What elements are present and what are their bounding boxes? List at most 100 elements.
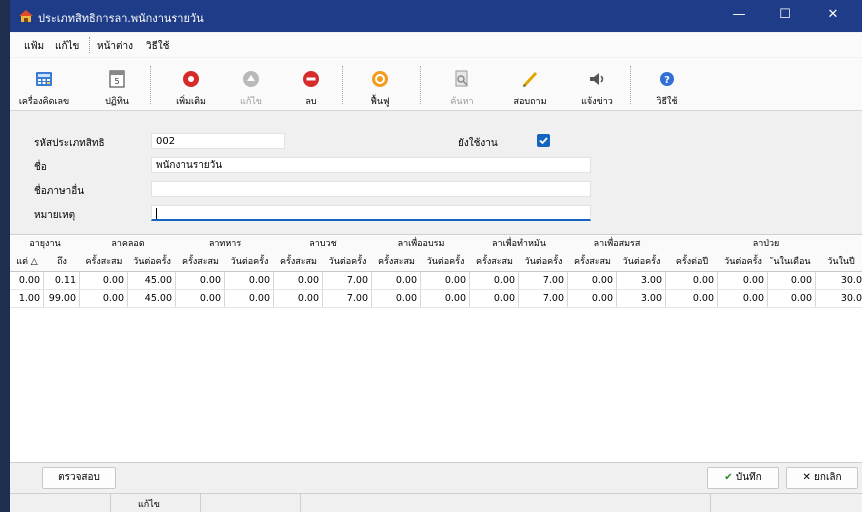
grid-cell[interactable]: 0.00 — [10, 272, 44, 289]
calculator-button[interactable]: เครื่องคิดเลข — [10, 60, 78, 107]
grid-cell[interactable]: 0.00 — [176, 272, 225, 289]
grid-cell[interactable]: 30.0 — [816, 290, 862, 307]
table-row[interactable]: 0.00 0.11 0.00 45.00 0.00 0.00 0.00 7.00… — [10, 272, 862, 290]
grid-cell[interactable]: 0.11 — [44, 272, 80, 289]
grid-cell[interactable]: 0.00 — [421, 272, 470, 289]
grid-header-cell[interactable]: วันต่อครั้ง — [519, 253, 568, 271]
grid-header-cell[interactable]: ครั้งสะสม — [176, 253, 225, 271]
grid-cell[interactable]: 0.00 — [80, 290, 128, 307]
grid-cell[interactable]: 0.00 — [768, 272, 816, 289]
calendar-button[interactable]: 5 ปฏิทิน — [92, 60, 142, 107]
grid-header-row: แต่ △ ถึง ครั้งสะสม วันต่อครั้ง ครั้งสะส… — [10, 253, 862, 272]
grid-cell[interactable]: 0.00 — [225, 290, 274, 307]
grid-cell[interactable]: 0.00 — [372, 290, 421, 307]
grid-header-cell[interactable]: วันต่อครั้ง — [421, 253, 470, 271]
active-checkbox[interactable] — [537, 134, 550, 147]
grid-cell[interactable]: 1.00 — [10, 290, 44, 307]
cancel-button[interactable]: ✕ ยกเลิก — [786, 467, 858, 489]
grid-cell[interactable]: 0.00 — [225, 272, 274, 289]
note-input[interactable] — [151, 205, 591, 221]
grid-header-cell[interactable]: ครั้งสะสม — [470, 253, 519, 271]
grid-cell[interactable]: 0.00 — [176, 290, 225, 307]
add-button[interactable]: เพิ่มเติม — [164, 60, 218, 107]
search-button[interactable]: ค้นหา — [438, 60, 486, 107]
grid-cell[interactable]: 99.00 — [44, 290, 80, 307]
grid-group-header[interactable]: ลาเพื่อสมรส — [568, 235, 666, 253]
grid-header-cell[interactable]: ครั้งสะสม — [568, 253, 617, 271]
grid-header-cell[interactable]: วันต่อครั้ง — [323, 253, 372, 271]
grid-cell[interactable]: 0.00 — [718, 272, 768, 289]
status-bar: แก้ไข — [10, 493, 862, 512]
grid-group-header-row: อายุงาน ลาคลอด ลาทหาร ลาบวช ลาเพื่ออบรม … — [10, 235, 862, 253]
name-input[interactable]: พนักงานรายวัน — [151, 157, 591, 173]
grid-group-header[interactable]: อายุงาน — [10, 235, 80, 253]
grid-header-cell[interactable]: วันในปี — [816, 253, 862, 271]
grid-group-header[interactable]: ลาเพื่ออบรม — [372, 235, 470, 253]
grid-header-cell[interactable]: ครั้งสะสม — [80, 253, 128, 271]
grid-cell[interactable]: 7.00 — [323, 290, 372, 307]
search-label: ค้นหา — [450, 97, 474, 107]
grid-group-header[interactable]: ลาคลอด — [80, 235, 176, 253]
other-lang-input[interactable] — [151, 181, 591, 197]
grid-header-cell[interactable]: วันต่อครั้ง — [225, 253, 274, 271]
grid-group-header[interactable]: ลาเพื่อทำหมัน — [470, 235, 568, 253]
refresh-circle-icon — [372, 71, 388, 87]
grid-header-cell[interactable]: ครั้งต่อปี — [666, 253, 718, 271]
grid-cell[interactable]: 7.00 — [519, 290, 568, 307]
menu-help[interactable]: วิธีใช้ — [146, 39, 169, 54]
verify-button[interactable]: ตรวจสอบ — [42, 467, 116, 489]
grid-group-header[interactable]: ลาทหาร — [176, 235, 274, 253]
delete-button[interactable]: ลบ — [288, 60, 334, 107]
grid-cell[interactable]: 3.00 — [617, 290, 666, 307]
grid-header-cell[interactable]: วันต่อครั้ง — [128, 253, 176, 271]
grid-cell[interactable]: 3.00 — [617, 272, 666, 289]
grid-cell[interactable]: 0.00 — [470, 290, 519, 307]
save-button[interactable]: ✔ บันทึก — [707, 467, 779, 489]
menu-edit[interactable]: แก้ไข — [55, 39, 79, 54]
grid-cell[interactable]: 0.00 — [568, 272, 617, 289]
grid-cell[interactable]: 0.00 — [372, 272, 421, 289]
edit-button[interactable]: แก้ไข — [228, 60, 274, 107]
grid-cell[interactable]: 0.00 — [568, 290, 617, 307]
restore-label: ฟื้นฟู — [370, 97, 390, 107]
close-button[interactable]: ✕ — [810, 0, 856, 32]
grid-cell[interactable]: 0.00 — [768, 290, 816, 307]
grid-header-cell[interactable]: ครั้งสะสม — [372, 253, 421, 271]
help-icon: ? — [660, 72, 674, 86]
announce-button[interactable]: แจ้งข่าว — [570, 60, 624, 107]
grid-header-cell[interactable]: ถึง — [44, 253, 80, 271]
maximize-button[interactable]: ☐ — [762, 0, 808, 32]
grid-cell[interactable]: 45.00 — [128, 290, 176, 307]
grid-cell[interactable]: 0.00 — [666, 290, 718, 307]
grid-header-cell[interactable]: วันต่อครั้ง — [617, 253, 666, 271]
code-input[interactable]: 002 — [151, 133, 285, 149]
grid-cell[interactable]: 0.00 — [421, 290, 470, 307]
restore-button[interactable]: ฟื้นฟู — [356, 60, 404, 107]
grid-cell[interactable]: 7.00 — [519, 272, 568, 289]
help-button[interactable]: ? วิธีใช้ — [642, 60, 692, 107]
delete-circle-icon — [303, 71, 319, 87]
table-row[interactable]: 1.00 99.00 0.00 45.00 0.00 0.00 0.00 7.0… — [10, 290, 862, 308]
grid-header-cell[interactable]: แต่ △ — [10, 253, 44, 271]
grid-cell[interactable]: 0.00 — [470, 272, 519, 289]
grid-cell[interactable]: 0.00 — [666, 272, 718, 289]
grid-cell[interactable]: 0.00 — [718, 290, 768, 307]
grid-cell[interactable]: 45.00 — [128, 272, 176, 289]
grid-group-header[interactable]: ลาบวช — [274, 235, 372, 253]
menu-file[interactable]: แฟ้ม — [24, 39, 44, 54]
save-label: บันทึก — [735, 472, 762, 483]
grid-cell[interactable]: 7.00 — [323, 272, 372, 289]
svg-text:5: 5 — [114, 77, 119, 86]
grid-header-cell[interactable]: วันต่อครั้ง — [718, 253, 768, 271]
minimize-button[interactable]: — — [716, 0, 762, 32]
grid-cell[interactable]: 30.0 — [816, 272, 862, 289]
grid-cell[interactable]: 0.00 — [274, 290, 323, 307]
grid-cell[interactable]: 0.00 — [80, 272, 128, 289]
grid-header-cell[interactable]: ันในเดือน — [768, 253, 816, 271]
grid-cell[interactable]: 0.00 — [274, 272, 323, 289]
menu-window[interactable]: หน้าต่าง — [97, 39, 133, 54]
query-button[interactable]: สอบถาม — [502, 60, 558, 107]
grid-header-cell[interactable]: ครั้งสะสม — [274, 253, 323, 271]
grid-group-header[interactable]: ลาป่วย — [666, 235, 862, 253]
toolbar-separator — [150, 66, 152, 104]
